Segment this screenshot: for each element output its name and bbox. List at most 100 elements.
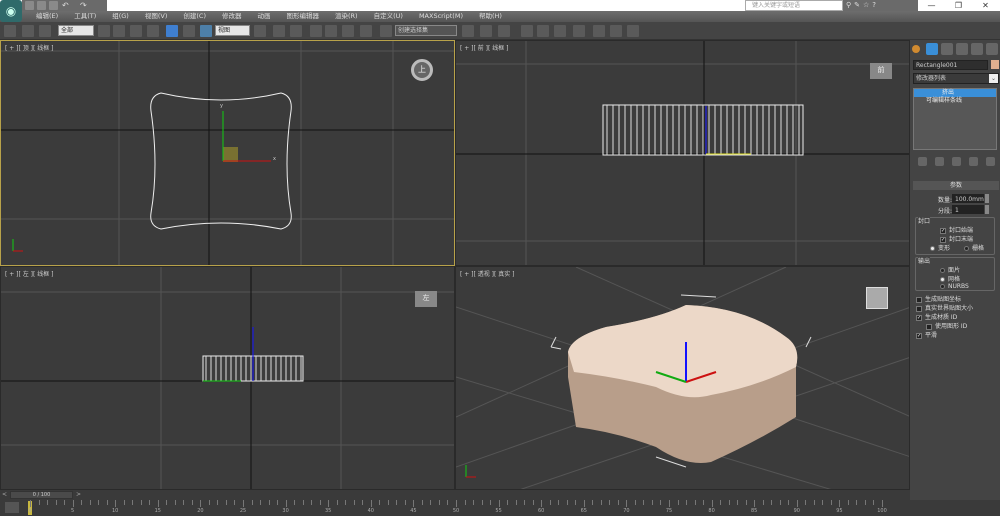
time-slider-thumb[interactable]: 0 / 100 bbox=[10, 491, 73, 499]
named-selection-dropdown[interactable]: 创建选择集 bbox=[395, 25, 457, 36]
graphite-tools-icon[interactable] bbox=[521, 25, 533, 37]
reference-coordinate-dropdown[interactable]: 视图 bbox=[215, 25, 250, 36]
menu-graph-editors[interactable]: 图形编辑器 bbox=[279, 11, 328, 22]
schematic-view-icon[interactable] bbox=[554, 25, 566, 37]
render-setup-icon[interactable] bbox=[593, 25, 605, 37]
modify-tab-icon[interactable] bbox=[926, 43, 938, 55]
viewcube[interactable]: 前 bbox=[870, 63, 892, 79]
render-production-icon[interactable] bbox=[627, 25, 639, 37]
output-nurbs-radio[interactable]: NURBS bbox=[940, 283, 969, 290]
output-patch-radio[interactable]: 面片 bbox=[940, 265, 960, 274]
angle-snap-icon[interactable] bbox=[325, 25, 337, 37]
undo-icon[interactable]: ↶ bbox=[62, 1, 71, 10]
select-manipulate-icon[interactable] bbox=[273, 25, 285, 37]
spinner-snap-icon[interactable] bbox=[360, 25, 372, 37]
menu-maxscript[interactable]: MAXScript(M) bbox=[411, 11, 471, 22]
menu-tools[interactable]: 工具(T) bbox=[66, 11, 104, 22]
bind-space-warp-icon[interactable] bbox=[39, 25, 51, 37]
segments-spinner[interactable] bbox=[985, 205, 989, 214]
morph-radio[interactable]: 变形 bbox=[930, 243, 950, 252]
viewcube[interactable]: 上 bbox=[411, 59, 433, 81]
segments-input[interactable]: 1 bbox=[952, 205, 984, 214]
layer-manager-icon[interactable] bbox=[498, 25, 510, 37]
menu-animation[interactable]: 动画 bbox=[250, 11, 279, 22]
real-world-checkbox[interactable]: 真实世界贴图大小 bbox=[916, 303, 973, 312]
remove-modifier-icon[interactable] bbox=[969, 157, 978, 166]
utilities-tab-icon[interactable] bbox=[986, 43, 998, 55]
window-crossing-icon[interactable] bbox=[147, 25, 159, 37]
next-frame-button[interactable]: > bbox=[76, 491, 81, 498]
viewport-perspective[interactable]: [ + ][ 透视 ][ 真实 ] bbox=[455, 266, 910, 490]
unlink-icon[interactable] bbox=[22, 25, 34, 37]
redo-icon[interactable]: ↷ bbox=[80, 1, 89, 10]
viewport-front[interactable]: [ + ][ 前 ][ 线框 ] 前 bbox=[455, 40, 910, 266]
menu-modifiers[interactable]: 修改器 bbox=[214, 11, 250, 22]
cap-start-checkbox[interactable]: ✓ 封口始端 bbox=[940, 225, 973, 234]
modifier-list-dropdown[interactable]: 修改器列表 ⌄ bbox=[913, 73, 999, 84]
make-unique-icon[interactable] bbox=[952, 157, 961, 166]
viewport-left[interactable]: [ + ][ 左 ][ 线框 ] 左 bbox=[0, 266, 455, 490]
time-slider[interactable]: < 0 / 100 > bbox=[0, 490, 910, 500]
keyboard-shortcut-override-icon[interactable] bbox=[290, 25, 302, 37]
rectangular-selection-icon[interactable] bbox=[130, 25, 142, 37]
curve-editor-icon[interactable] bbox=[537, 25, 549, 37]
select-object-icon[interactable] bbox=[98, 25, 110, 37]
amount-input[interactable]: 100.0mm bbox=[952, 194, 984, 203]
parameters-rollout-header[interactable]: 参数 bbox=[913, 181, 999, 190]
motion-tab-icon[interactable] bbox=[956, 43, 968, 55]
hierarchy-tab-icon[interactable] bbox=[941, 43, 953, 55]
close-button[interactable]: ✕ bbox=[972, 0, 999, 11]
cap-end-checkbox[interactable]: ✓ 封口末端 bbox=[940, 234, 973, 243]
stack-item-editable-spline[interactable]: 可编辑样条线 bbox=[914, 97, 996, 105]
percent-snap-icon[interactable] bbox=[342, 25, 354, 37]
use-shape-ids-checkbox[interactable]: 使用图形 ID bbox=[926, 321, 967, 330]
track-bar[interactable]: 0 5 10 15 20 25 30 35 40 45 50 55 60 65 70 75 80 85 90 95 10… bbox=[0, 500, 1000, 516]
menu-customize[interactable]: 自定义(U) bbox=[366, 11, 411, 22]
stack-item-extrude[interactable]: 挤出 bbox=[914, 89, 996, 97]
smooth-checkbox[interactable]: ✓ 平滑 bbox=[916, 330, 937, 339]
menu-edit[interactable]: 编辑(E) bbox=[28, 11, 66, 22]
edit-named-selection-icon[interactable] bbox=[380, 25, 392, 37]
gen-mat-ids-checkbox[interactable]: ✓ 生成材质 ID bbox=[916, 312, 957, 321]
mirror-icon[interactable] bbox=[462, 25, 474, 37]
viewcube[interactable]: 左 bbox=[415, 291, 437, 307]
rendered-frame-window-icon[interactable] bbox=[610, 25, 622, 37]
gen-mapping-checkbox[interactable]: 生成贴图坐标 bbox=[916, 294, 961, 303]
amount-spinner[interactable] bbox=[985, 194, 989, 203]
create-tab-icon[interactable] bbox=[912, 45, 920, 53]
open-file-icon[interactable] bbox=[37, 1, 46, 10]
select-by-name-icon[interactable] bbox=[113, 25, 125, 37]
menu-help[interactable]: 帮助(H) bbox=[471, 11, 510, 22]
menu-rendering[interactable]: 渲染(R) bbox=[327, 11, 366, 22]
link-icon[interactable] bbox=[4, 25, 16, 37]
object-color-swatch[interactable] bbox=[991, 60, 999, 69]
select-move-icon[interactable] bbox=[166, 25, 178, 37]
output-mesh-radio[interactable]: 网格 bbox=[940, 274, 960, 283]
search-input[interactable]: 键入关键字或短语 bbox=[745, 0, 843, 11]
viewcube[interactable] bbox=[866, 287, 888, 309]
viewport-top[interactable]: [ + ][ 顶 ][ 线框 ] yx 上 bbox=[0, 40, 455, 266]
display-tab-icon[interactable] bbox=[971, 43, 983, 55]
menu-group[interactable]: 组(G) bbox=[104, 11, 137, 22]
prev-frame-button[interactable]: < bbox=[2, 491, 7, 498]
infocenter-toolbar[interactable]: ⚲✎☆? bbox=[843, 0, 918, 11]
minimize-button[interactable]: — bbox=[918, 0, 945, 11]
object-name-input[interactable]: Rectangle001 bbox=[913, 60, 988, 70]
save-icon[interactable] bbox=[49, 1, 58, 10]
show-end-result-icon[interactable] bbox=[935, 157, 944, 166]
new-file-icon[interactable] bbox=[25, 1, 34, 10]
pivot-center-icon[interactable] bbox=[254, 25, 266, 37]
pin-stack-icon[interactable] bbox=[918, 157, 927, 166]
restore-button[interactable]: ❐ bbox=[945, 0, 972, 11]
menu-views[interactable]: 视图(V) bbox=[137, 11, 176, 22]
grid-radio[interactable]: 栅格 bbox=[964, 243, 984, 252]
align-icon[interactable] bbox=[480, 25, 492, 37]
snaps-toggle-icon[interactable] bbox=[310, 25, 322, 37]
selection-filter-dropdown[interactable]: 全部 bbox=[58, 25, 94, 36]
app-logo-button[interactable]: ◉ bbox=[0, 0, 22, 22]
material-editor-icon[interactable] bbox=[573, 25, 585, 37]
select-scale-icon[interactable] bbox=[200, 25, 212, 37]
select-rotate-icon[interactable] bbox=[183, 25, 195, 37]
menu-create[interactable]: 创建(C) bbox=[175, 11, 214, 22]
configure-modifier-sets-icon[interactable] bbox=[986, 157, 995, 166]
